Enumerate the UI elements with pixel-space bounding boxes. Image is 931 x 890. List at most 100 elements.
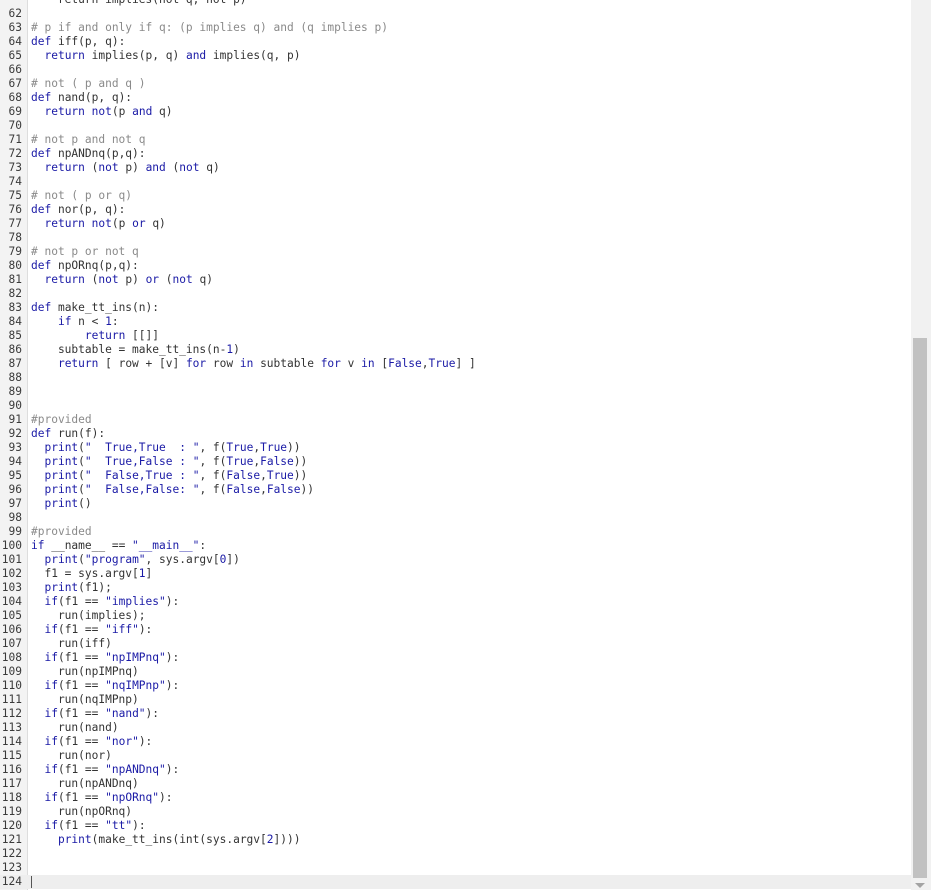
code-line[interactable]: 77 return not(p or q) — [0, 217, 911, 231]
code-text: # not ( p or q) — [31, 189, 133, 202]
code-line[interactable]: 91 #provided — [0, 413, 911, 427]
code-line[interactable]: 109 run(npIMPnq) — [0, 665, 911, 679]
code-line[interactable]: 69 return not(p and q) — [0, 105, 911, 119]
code-text: def iff(p, q): — [31, 35, 126, 48]
line-number: 62 — [8, 7, 22, 20]
code-line[interactable]: 86 subtable = make_tt_ins(n-1) — [0, 343, 911, 357]
code-line[interactable]: 80 def npORnq(p,q): — [0, 259, 911, 273]
code-line[interactable]: 89 — [0, 385, 911, 399]
code-line[interactable]: 71 # not p and not q — [0, 133, 911, 147]
code-line[interactable]: 117 run(npANDnq) — [0, 777, 911, 791]
code-line[interactable]: 106 if(f1 == "iff"): — [0, 623, 911, 637]
code-line[interactable]: 122 — [0, 847, 911, 861]
code-text: print(" False,False: ", f(False,False)) — [44, 483, 314, 496]
code-line[interactable]: 78 — [0, 231, 911, 245]
code-line[interactable]: 101 print("program", sys.argv[0]) — [0, 553, 911, 567]
code-line[interactable]: 95 print(" False,True : ", f(False,True)… — [0, 469, 911, 483]
code-line[interactable]: 81 return (not p) or (not q) — [0, 273, 911, 287]
line-number: 73 — [8, 161, 22, 174]
code-line[interactable]: 102 f1 = sys.argv[1] — [0, 567, 911, 581]
code-line[interactable]: 93 print(" True,True : ", f(True,True)) — [0, 441, 911, 455]
code-line[interactable]: 74 — [0, 175, 911, 189]
code-line[interactable]: 94 print(" True,False : ", f(True,False)… — [0, 455, 911, 469]
code-line[interactable]: 67 # not ( p and q ) — [0, 77, 911, 91]
code-line[interactable]: 97 print() — [0, 497, 911, 511]
line-number: 77 — [8, 217, 22, 230]
code-text: def make_tt_ins(n): — [31, 301, 159, 314]
code-line[interactable]: 118 if(f1 == "npORnq"): — [0, 791, 911, 805]
code-line[interactable]: 64 def iff(p, q): — [0, 35, 911, 49]
code-text: return implies(not q, not p) — [31, 0, 247, 7]
line-number: 118 — [1, 791, 22, 804]
text-cursor — [31, 876, 32, 888]
code-line[interactable]: 120 if(f1 == "tt"): — [0, 819, 911, 833]
line-number: 120 — [1, 819, 22, 832]
code-line[interactable]: 75 # not ( p or q) — [0, 189, 911, 203]
code-line[interactable]: 112 if(f1 == "nand"): — [0, 707, 911, 721]
vertical-scrollbar[interactable] — [911, 0, 931, 890]
code-line[interactable]: 124 — [0, 875, 911, 889]
code-line[interactable]: 113 run(nand) — [0, 721, 911, 735]
code-line[interactable]: 76 def nor(p, q): — [0, 203, 911, 217]
code-line[interactable]: 121 print(make_tt_ins(int(sys.argv[2]))) — [0, 833, 911, 847]
code-line[interactable]: 79 # not p or not q — [0, 245, 911, 259]
code-line[interactable]: 68 def nand(p, q): — [0, 91, 911, 105]
code-line[interactable]: 100 if __name__ == "__main__": — [0, 539, 911, 553]
code-line[interactable]: 65 return implies(p, q) and implies(q, p… — [0, 49, 911, 63]
line-number: 124 — [1, 875, 22, 888]
code-line[interactable]: 62 — [0, 7, 911, 21]
code-line[interactable]: 87 return [ row + [v] for row in subtabl… — [0, 357, 911, 371]
code-text: if n < 1: — [57, 315, 119, 328]
line-number: 82 — [8, 287, 22, 300]
code-line[interactable]: 83 def make_tt_ins(n): — [0, 301, 911, 315]
scroll-down-arrow-icon[interactable] — [915, 883, 925, 888]
line-number: 107 — [1, 637, 22, 650]
code-line[interactable]: 107 run(iff) — [0, 637, 911, 651]
code-line[interactable]: 116 if(f1 == "npANDnq"): — [0, 763, 911, 777]
code-text: subtable = make_tt_ins(n-1) — [31, 343, 240, 356]
code-text: if(f1 == "tt"): — [44, 819, 146, 832]
code-line[interactable]: 114 if(f1 == "nor"): — [0, 735, 911, 749]
code-editor[interactable]: return implies(not q, not p) 6263 # p if a… — [0, 0, 911, 890]
code-line[interactable]: 98 — [0, 511, 911, 525]
code-line[interactable]: 115 run(nor) — [0, 749, 911, 763]
line-number: 104 — [1, 595, 22, 608]
code-line[interactable]: 119 run(npORnq) — [0, 805, 911, 819]
code-text: if(f1 == "implies"): — [44, 595, 180, 608]
code-line[interactable]: 70 — [0, 119, 911, 133]
line-number: 65 — [8, 49, 22, 62]
code-line[interactable]: 108 if(f1 == "npIMPnq"): — [0, 651, 911, 665]
line-number: 99 — [8, 525, 22, 538]
scrollbar-thumb[interactable] — [913, 338, 927, 878]
code-text: if(f1 == "iff"): — [44, 623, 153, 636]
code-text: run(nand) — [31, 721, 119, 734]
code-line[interactable]: 111 run(nqIMPnp) — [0, 693, 911, 707]
code-line[interactable]: 85 return [[]] — [0, 329, 911, 343]
code-line[interactable]: 92 def run(f): — [0, 427, 911, 441]
code-line[interactable]: 88 — [0, 371, 911, 385]
code-line[interactable]: 104 if(f1 == "implies"): — [0, 595, 911, 609]
line-number: 106 — [1, 623, 22, 636]
code-text: #provided — [31, 525, 92, 538]
code-line[interactable]: 110 if(f1 == "nqIMPnp"): — [0, 679, 911, 693]
code-line[interactable]: 73 return (not p) and (not q) — [0, 161, 911, 175]
code-line[interactable]: 99 #provided — [0, 525, 911, 539]
code-line[interactable]: 103 print(f1); — [0, 581, 911, 595]
code-line[interactable]: 82 — [0, 287, 911, 301]
code-line[interactable]: 123 — [0, 861, 911, 875]
code-line[interactable]: 84 if n < 1: — [0, 315, 911, 329]
code-text: return (not p) and (not q) — [44, 161, 220, 174]
code-line[interactable]: 96 print(" False,False: ", f(False,False… — [0, 483, 911, 497]
code-text: return [ row + [v] for row in subtable f… — [57, 357, 476, 370]
code-line[interactable]: 72 def npANDnq(p,q): — [0, 147, 911, 161]
code-line[interactable]: 66 — [0, 63, 911, 77]
line-number: 76 — [8, 203, 22, 216]
line-number: 89 — [8, 385, 22, 398]
code-line[interactable]: 105 run(implies); — [0, 609, 911, 623]
code-line[interactable]: 63 # p if and only if q: (p implies q) an… — [0, 21, 911, 35]
line-number: 81 — [8, 273, 22, 286]
line-number: 66 — [8, 63, 22, 76]
line-number: 67 — [8, 77, 22, 90]
code-line[interactable]: 90 — [0, 399, 911, 413]
code-line-partial: return implies(not q, not p) — [0, 0, 911, 7]
